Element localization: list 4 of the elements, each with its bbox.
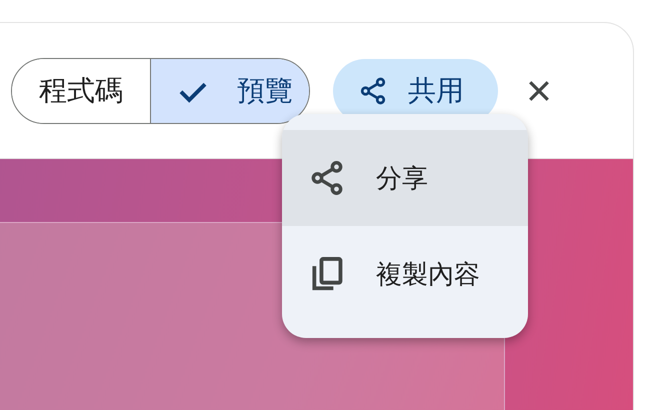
menu-item[interactable]: 複製內容 [282, 226, 528, 322]
share-icon [358, 76, 388, 106]
menu-item[interactable]: 分享 [282, 130, 528, 226]
view-tab[interactable]: 預覽 [150, 58, 309, 122]
